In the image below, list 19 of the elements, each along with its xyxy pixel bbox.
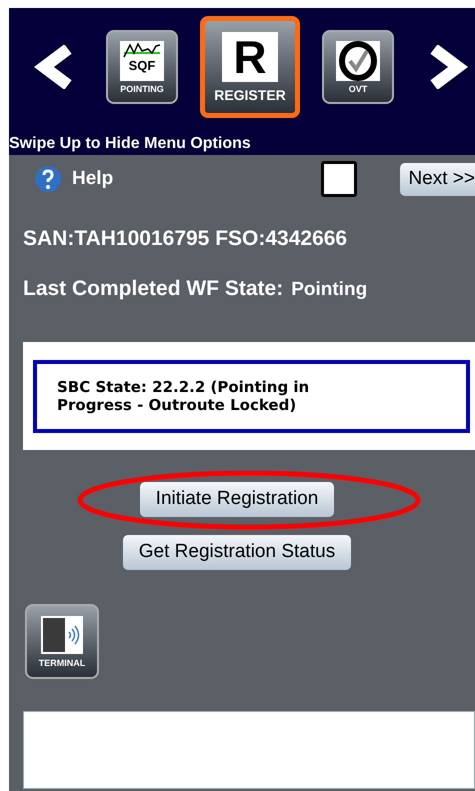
check-circle-icon xyxy=(336,40,380,80)
wf-label: Last Completed WF State: xyxy=(23,276,284,302)
hint-text: Swipe Up to Hide Menu Options xyxy=(9,136,252,152)
checkbox[interactable] xyxy=(321,161,358,197)
wf-value: Pointing xyxy=(291,278,368,302)
terminal-button[interactable]: TERMINAL xyxy=(25,604,99,679)
menu-tile[interactable]: R REGISTER xyxy=(200,16,300,118)
help-icon[interactable] xyxy=(34,165,62,193)
menu-tile[interactable]: OVT xyxy=(322,30,394,104)
next-button[interactable]: Next >> xyxy=(400,162,475,196)
chart-icon: SQF xyxy=(120,40,164,80)
action-button[interactable]: Get Registration Status xyxy=(122,535,352,570)
menu-tile[interactable]: SQF POINTING xyxy=(106,30,178,104)
help-link[interactable]: Help xyxy=(72,164,114,194)
san-text: SAN:TAH10016795 FSO:4342666 xyxy=(22,226,348,252)
action-button[interactable]: Initiate Registration xyxy=(140,482,334,517)
sbc-state-text: SBC State: 22.2.2 (Pointing in Progress - Outroute Locked) xyxy=(57,378,310,414)
letter-icon: R xyxy=(222,32,278,82)
terminal-device-icon xyxy=(41,616,83,654)
